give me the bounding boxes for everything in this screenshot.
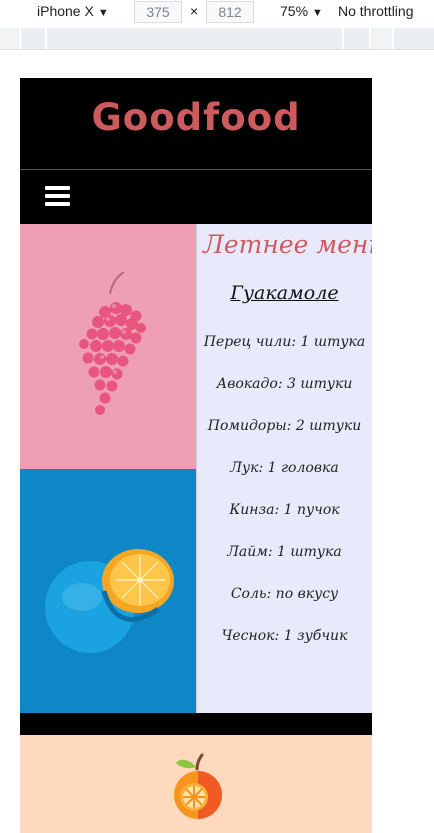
menu-title: Летнее меню [203, 230, 372, 259]
ruler-divider [392, 28, 394, 49]
page-viewport: Goodfood Летнее меню Гуакамоле Перец чил… [20, 78, 372, 833]
height-input[interactable]: 812 [206, 1, 254, 23]
ruler-divider [19, 28, 21, 49]
site-header: Goodfood [20, 78, 372, 170]
hamburger-icon[interactable] [45, 186, 70, 207]
device-label: iPhone X [37, 3, 94, 19]
list-item: Помидоры: 2 штуки [207, 418, 362, 434]
list-item: Лук: 1 головка [230, 460, 339, 476]
orange-fruit-icon [174, 753, 222, 819]
list-item: Чеснок: 1 зубчик [221, 628, 348, 644]
device-select[interactable]: iPhone X ▼ [37, 3, 109, 19]
menu-section: Летнее меню Гуакамоле Перец чили: 1 штук… [20, 224, 372, 713]
ruler-segment[interactable] [0, 28, 18, 49]
throttling-select[interactable]: No throttling [338, 3, 413, 19]
device-toolbar: iPhone X ▼ 375 × 812 75% ▼ No throttling [0, 0, 434, 27]
section-divider [20, 713, 372, 735]
zoom-select[interactable]: 75% ▼ [280, 3, 323, 19]
caret-down-icon: ▼ [312, 7, 323, 19]
list-item: Соль: по вкусу [230, 586, 339, 602]
site-logo[interactable]: Goodfood [20, 96, 372, 139]
list-item: Авокадо: 3 штуки [216, 376, 353, 392]
grapes-photo [20, 224, 196, 469]
ruler-divider [45, 28, 47, 49]
list-item: Лайм: 1 штука [227, 544, 342, 560]
nav-bar [20, 171, 372, 224]
ingredient-list: Перец чили: 1 штука Авокадо: 3 штуки Пом… [197, 334, 372, 670]
dimension-separator: × [190, 3, 199, 19]
zoom-label: 75% [280, 3, 309, 19]
caret-down-icon: ▼ [97, 7, 109, 19]
throttling-label: No throttling [338, 3, 414, 19]
list-item: Кинза: 1 пучок [229, 502, 340, 518]
ruler-divider [342, 28, 344, 49]
recipe-link[interactable]: Гуакамоле [197, 282, 372, 304]
ruler-segment[interactable] [372, 28, 392, 49]
summer-menu-panel: Летнее меню Гуакамоле Перец чили: 1 штук… [196, 224, 372, 713]
footer-section [20, 735, 372, 833]
list-item: Перец чили: 1 штука [203, 334, 366, 350]
width-input[interactable]: 375 [134, 1, 182, 23]
orange-photo [20, 469, 196, 713]
ruler-divider [369, 28, 371, 49]
media-query-ruler [0, 28, 434, 50]
